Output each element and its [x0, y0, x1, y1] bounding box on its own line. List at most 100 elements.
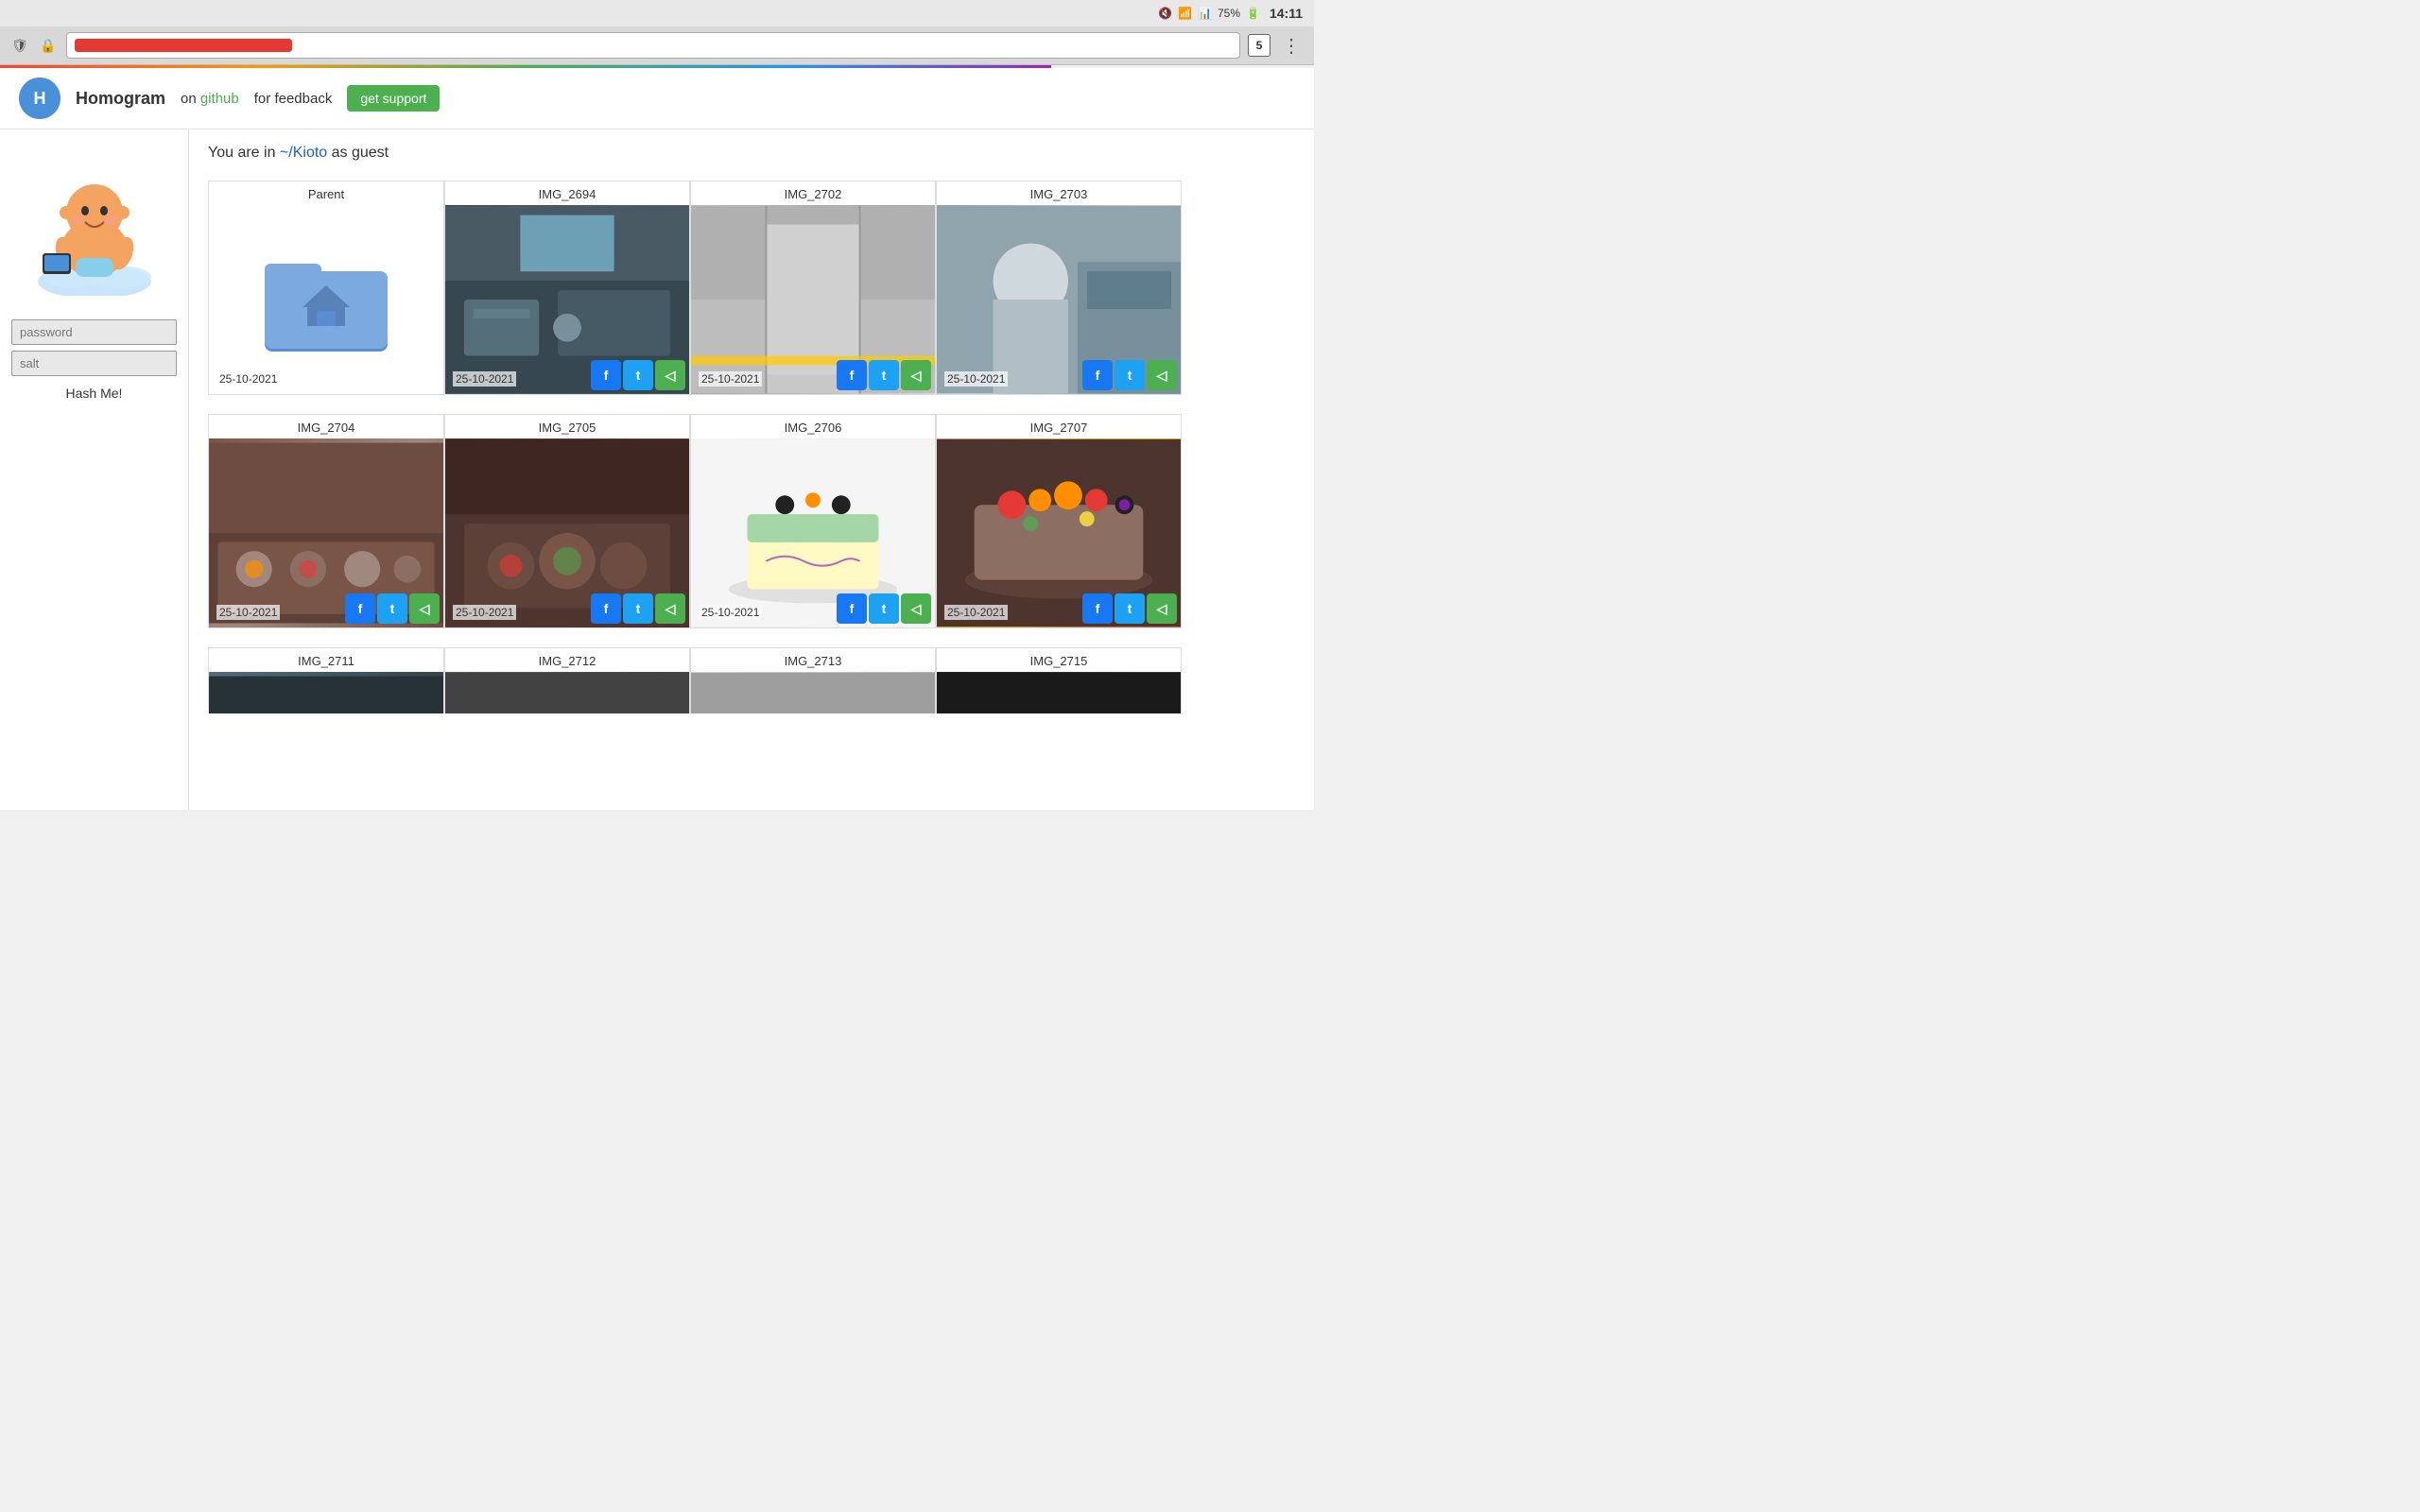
- photo-img2711-title: IMG_2711: [209, 648, 443, 672]
- address-bar[interactable]: [66, 32, 1240, 59]
- main-layout: Hash Me! You are in ~/Kioto as guest Par…: [0, 129, 1314, 810]
- folder-parent[interactable]: Parent 25-10-2021: [208, 180, 444, 395]
- breadcrumb-suffix: as guest: [327, 145, 389, 161]
- content-area: You are in ~/Kioto as guest Parent 2: [189, 129, 1314, 810]
- photo-img2715-thumb: [937, 672, 1181, 713]
- app-header: H Homogram on github for feedback get su…: [0, 68, 1314, 129]
- photo-img2711-thumb: [209, 672, 443, 713]
- hash-button[interactable]: Hash Me!: [11, 386, 177, 401]
- photo-img2713-title: IMG_2713: [691, 648, 935, 672]
- app-logo: H: [19, 77, 60, 119]
- share-sh-btn[interactable]: ◁: [901, 360, 931, 390]
- photo-img2703-title: IMG_2703: [937, 181, 1181, 205]
- photo-img2705[interactable]: IMG_2705 25-10-2021 f: [444, 414, 690, 628]
- share-fb-btn[interactable]: f: [591, 360, 621, 390]
- folder-thumb: [209, 205, 443, 394]
- battery-level: 75%: [1218, 7, 1240, 20]
- photo-img2703-date: 25-10-2021: [944, 371, 1008, 387]
- share-tw-btn[interactable]: t: [377, 593, 407, 624]
- github-prefix: on: [181, 91, 197, 107]
- photo-img2713-thumb: [691, 672, 935, 713]
- password-input[interactable]: [11, 319, 177, 345]
- share-tw-btn[interactable]: t: [869, 593, 899, 624]
- breadcrumb-path: ~/Kioto: [280, 145, 327, 161]
- photo-img2712-title: IMG_2712: [445, 648, 689, 672]
- photo-img2705-date: 25-10-2021: [453, 605, 516, 620]
- share-sh-btn[interactable]: ◁: [1147, 593, 1177, 624]
- shield-icon: 🛡: [9, 35, 30, 56]
- photo-img2712[interactable]: IMG_2712: [444, 647, 690, 713]
- tab-count[interactable]: 5: [1248, 34, 1270, 57]
- share-sh-btn[interactable]: ◁: [655, 360, 685, 390]
- github-link[interactable]: on github: [181, 91, 239, 107]
- feedback-suffix: feedback: [274, 91, 332, 107]
- sidebar: Hash Me!: [0, 129, 189, 810]
- photo-img2703-share: f t ◁: [1082, 360, 1177, 390]
- password-section: Hash Me!: [11, 319, 177, 401]
- browser-toolbar: 🛡 🔒 5 ⋮: [0, 26, 1314, 65]
- share-tw-btn[interactable]: t: [1115, 360, 1145, 390]
- share-fb-btn[interactable]: f: [837, 360, 867, 390]
- share-fb-btn[interactable]: f: [1082, 360, 1113, 390]
- photo-img2704[interactable]: IMG_2704 25-10-2021: [208, 414, 444, 628]
- share-tw-btn[interactable]: t: [623, 593, 653, 624]
- photo-img2707[interactable]: IMG_2707: [936, 414, 1182, 628]
- clock: 14:11: [1270, 6, 1303, 21]
- share-sh-btn[interactable]: ◁: [1147, 360, 1177, 390]
- feedback-link[interactable]: for feedback: [254, 91, 333, 107]
- wifi-icon: 📶: [1178, 7, 1192, 20]
- share-fb-btn[interactable]: f: [345, 593, 375, 624]
- photo-img2713[interactable]: IMG_2713: [690, 647, 936, 713]
- photo-img2706-share: f t ◁: [837, 593, 931, 624]
- photo-img2706-date: 25-10-2021: [699, 605, 762, 620]
- svg-text:H: H: [34, 89, 46, 108]
- photo-img2694-date: 25-10-2021: [453, 371, 516, 387]
- photo-img2694[interactable]: IMG_2694 25-10-2021: [444, 180, 690, 395]
- photo-img2706[interactable]: IMG_2706: [690, 414, 936, 628]
- baby-illustration: [24, 145, 165, 296]
- share-tw-btn[interactable]: t: [1115, 593, 1145, 624]
- photo-row-3: IMG_2711 IMG_2712 IMG_2713: [208, 647, 1295, 713]
- photo-img2706-title: IMG_2706: [691, 415, 935, 438]
- breadcrumb-text: You are in: [208, 145, 280, 161]
- photo-img2702-title: IMG_2702: [691, 181, 935, 205]
- photo-img2715-title: IMG_2715: [937, 648, 1181, 672]
- photo-img2705-title: IMG_2705: [445, 415, 689, 438]
- share-sh-btn[interactable]: ◁: [655, 593, 685, 624]
- photo-img2707-title: IMG_2707: [937, 415, 1181, 438]
- share-fb-btn[interactable]: f: [837, 593, 867, 624]
- sidebar-avatar: [11, 145, 177, 301]
- signal-icon: 📊: [1198, 7, 1212, 20]
- mute-icon: 🔇: [1158, 7, 1172, 20]
- photo-img2703[interactable]: IMG_2703 25-10-2021 f t ◁: [936, 180, 1182, 395]
- share-sh-btn[interactable]: ◁: [409, 593, 440, 624]
- photo-img2702-date: 25-10-2021: [699, 371, 762, 387]
- photo-img2707-date: 25-10-2021: [944, 605, 1008, 620]
- photo-img2694-title: IMG_2694: [445, 181, 689, 205]
- status-bar: 🔇 📶 📊 75% 🔋 14:11: [0, 0, 1314, 26]
- photo-img2702[interactable]: IMG_2702 25-10-2021: [690, 180, 936, 395]
- photo-row-1: Parent 25-10-2021 IMG_2694: [208, 180, 1295, 395]
- folder-parent-date: 25-10-2021: [216, 371, 280, 387]
- photo-row-2: IMG_2704 25-10-2021: [208, 414, 1295, 628]
- share-sh-btn[interactable]: ◁: [901, 593, 931, 624]
- url-redacted: [75, 39, 292, 52]
- share-tw-btn[interactable]: t: [869, 360, 899, 390]
- photo-img2702-share: f t ◁: [837, 360, 931, 390]
- share-fb-btn[interactable]: f: [591, 593, 621, 624]
- support-button[interactable]: get support: [347, 85, 440, 112]
- photo-img2704-title: IMG_2704: [209, 415, 443, 438]
- share-tw-btn[interactable]: t: [623, 360, 653, 390]
- folder-icon: [260, 243, 392, 356]
- photo-img2715[interactable]: IMG_2715: [936, 647, 1182, 713]
- breadcrumb: You are in ~/Kioto as guest: [208, 145, 1295, 162]
- battery-icon: 🔋: [1246, 7, 1260, 20]
- share-fb-btn[interactable]: f: [1082, 593, 1113, 624]
- lock-icon: 🔒: [38, 35, 59, 56]
- folder-parent-title: Parent: [209, 181, 443, 205]
- photo-img2707-share: f t ◁: [1082, 593, 1177, 624]
- browser-menu-icon[interactable]: ⋮: [1278, 34, 1305, 58]
- photo-img2711[interactable]: IMG_2711: [208, 647, 444, 713]
- photo-img2704-share: f t ◁: [345, 593, 440, 624]
- salt-input[interactable]: [11, 351, 177, 376]
